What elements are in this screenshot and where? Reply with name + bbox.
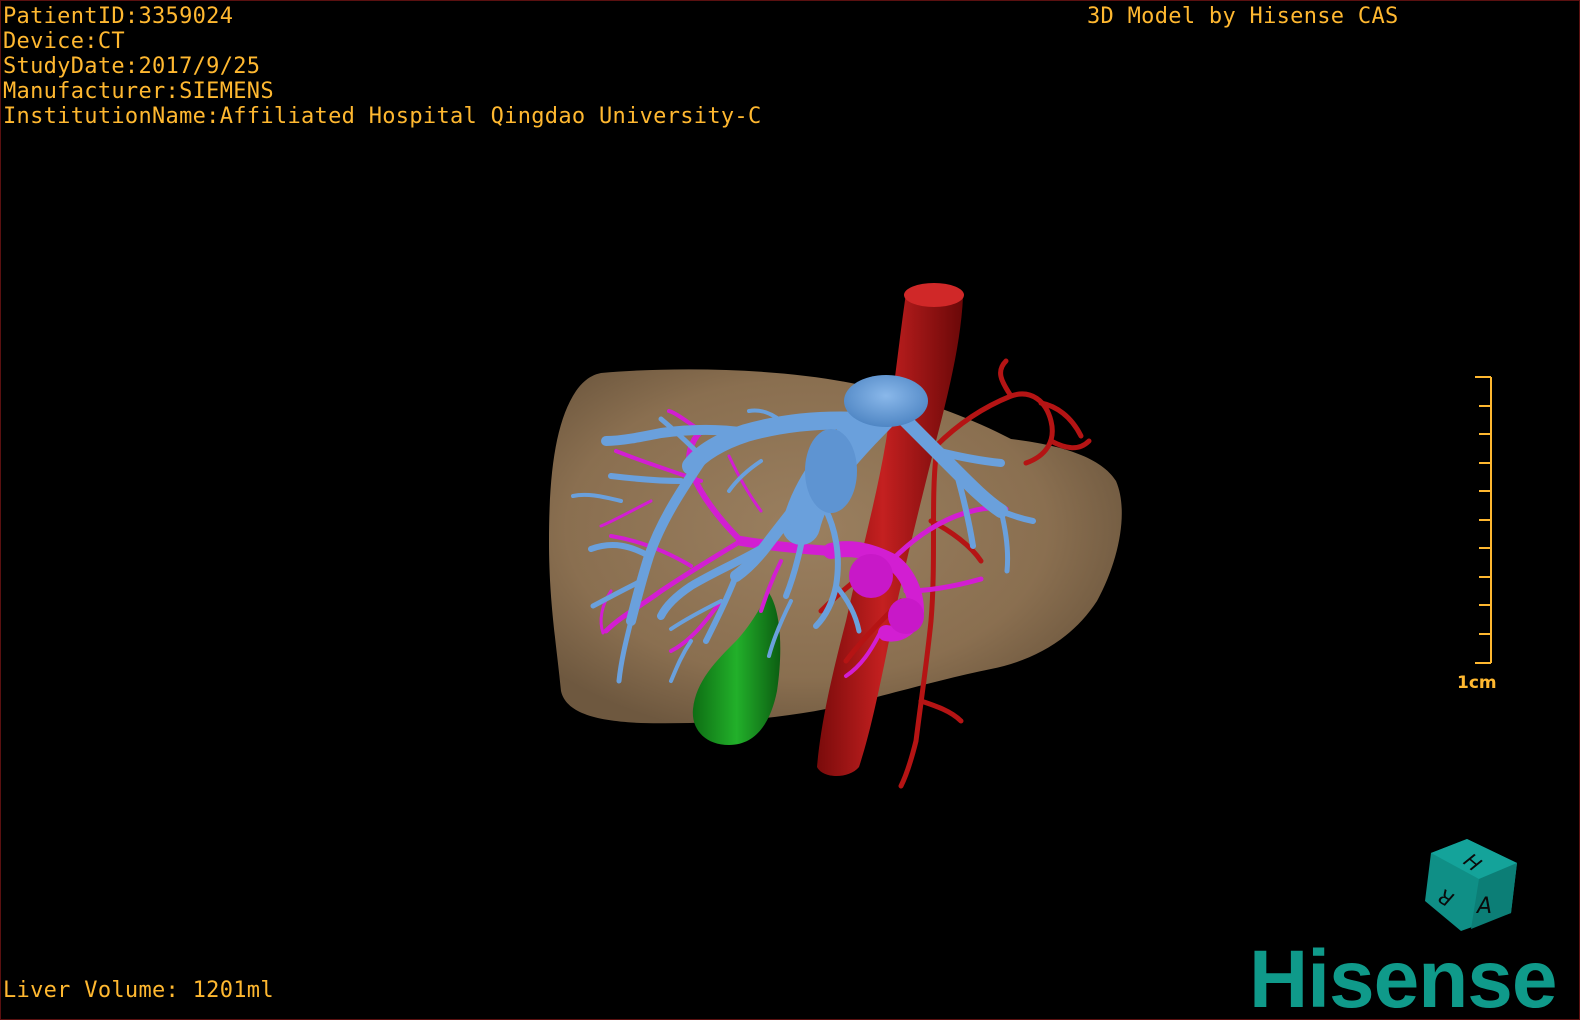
scale-ruler	[1475, 376, 1492, 664]
hepatic-vein-confluence	[849, 554, 893, 598]
hepatic-vein-branch-node	[888, 598, 924, 634]
orientation-cube-letter-a: A	[1475, 894, 1492, 919]
scale-ruler-label: 1cm	[1457, 673, 1497, 693]
liver-volume-text: Liver Volume: 1201ml	[3, 978, 274, 1003]
hisense-logo: Hisense	[1249, 934, 1558, 1020]
liver-3d-model[interactable]: H R A	[1, 1, 1579, 1019]
orientation-cube[interactable]: H R A	[1425, 839, 1517, 931]
patient-id-text: PatientID:3359024	[3, 4, 234, 29]
manufacturer-text: Manufacturer:SIEMENS	[3, 79, 274, 104]
render-viewport[interactable]: H R A PatientID:3359024 Device:CT StudyD…	[0, 0, 1580, 1020]
model-credit-text: 3D Model by Hisense CAS	[1087, 4, 1399, 29]
ivc-top-opening	[904, 283, 964, 307]
study-date-text: StudyDate:2017/9/25	[3, 54, 261, 79]
device-text: Device:CT	[3, 29, 125, 54]
portal-vein-main-branch	[805, 429, 857, 513]
portal-vein-trunk	[844, 375, 928, 427]
patient-info-overlay: PatientID:3359024 Device:CT StudyDate:20…	[3, 4, 762, 129]
institution-name-text: InstitutionName:Affiliated Hospital Qing…	[3, 104, 762, 129]
